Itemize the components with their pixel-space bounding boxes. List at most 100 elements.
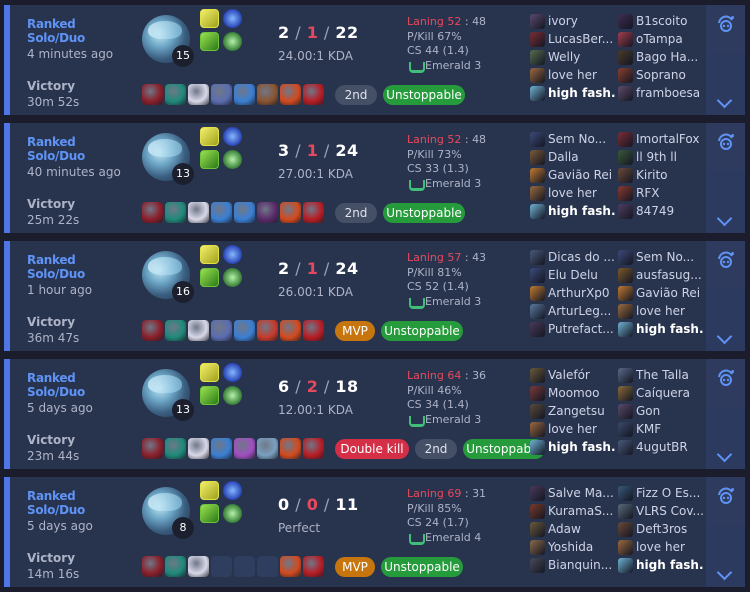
player-name[interactable]: RFX bbox=[636, 186, 659, 200]
primary-rune-icon[interactable] bbox=[223, 481, 242, 500]
player-champion-avatar[interactable] bbox=[530, 558, 545, 573]
player-champion-avatar[interactable] bbox=[618, 14, 633, 29]
player-name[interactable]: high fash... bbox=[548, 440, 615, 454]
player-champion-avatar[interactable] bbox=[618, 440, 633, 455]
player-name[interactable]: Valefór bbox=[548, 368, 590, 382]
player-name[interactable]: 4ugutBR bbox=[636, 440, 688, 454]
player-name[interactable]: Gavião Rei bbox=[636, 286, 700, 300]
player-champion-avatar[interactable] bbox=[618, 540, 633, 555]
ghost-spell-icon[interactable] bbox=[200, 150, 219, 169]
player-champion-avatar[interactable] bbox=[618, 522, 633, 537]
player-name[interactable]: KuramaS... bbox=[548, 504, 613, 518]
item-icon[interactable] bbox=[257, 202, 278, 223]
item-icon[interactable] bbox=[142, 556, 163, 577]
match-card[interactable]: Ranked Solo/Duo 5 days ago Victory 23m 44s 1… bbox=[4, 359, 745, 469]
item-icon[interactable] bbox=[142, 84, 163, 105]
player-name[interactable]: ivory bbox=[548, 14, 578, 28]
player-champion-avatar[interactable] bbox=[530, 522, 545, 537]
player-row[interactable]: Bianquin... bbox=[530, 557, 615, 575]
player-champion-avatar[interactable] bbox=[530, 440, 545, 455]
player-row[interactable]: Elu Delu bbox=[530, 267, 615, 285]
player-name[interactable]: high fash... bbox=[548, 204, 615, 218]
player-row[interactable]: Caíquera bbox=[618, 385, 703, 403]
player-name[interactable]: love her bbox=[636, 540, 685, 554]
ghost-spell-icon[interactable] bbox=[200, 504, 219, 523]
flash-spell-icon[interactable] bbox=[200, 481, 219, 500]
player-champion-avatar[interactable] bbox=[530, 322, 545, 337]
player-name[interactable]: high fash... bbox=[636, 322, 703, 336]
item-icon[interactable] bbox=[234, 202, 255, 223]
player-row[interactable]: love her bbox=[530, 421, 615, 439]
player-row[interactable]: 4ugutBR bbox=[618, 439, 703, 457]
item-icon[interactable] bbox=[234, 84, 255, 105]
player-row[interactable]: Sem No... bbox=[530, 131, 615, 149]
item-icon[interactable] bbox=[303, 320, 324, 341]
player-champion-avatar[interactable] bbox=[530, 404, 545, 419]
player-champion-avatar[interactable] bbox=[530, 14, 545, 29]
empty-item-slot[interactable] bbox=[257, 556, 278, 577]
player-name[interactable]: Elu Delu bbox=[548, 268, 598, 282]
player-champion-avatar[interactable] bbox=[530, 486, 545, 501]
player-row[interactable]: VLRS Cov... bbox=[618, 503, 703, 521]
secondary-rune-icon[interactable] bbox=[223, 386, 242, 405]
secondary-rune-icon[interactable] bbox=[223, 150, 242, 169]
player-row[interactable]: Bago Ha... bbox=[618, 49, 703, 67]
player-row[interactable]: ArthurXp0 bbox=[530, 285, 615, 303]
item-icon[interactable] bbox=[234, 320, 255, 341]
secondary-rune-icon[interactable] bbox=[223, 504, 242, 523]
player-champion-avatar[interactable] bbox=[618, 50, 633, 65]
clip-icon[interactable] bbox=[716, 15, 736, 33]
player-champion-avatar[interactable] bbox=[530, 268, 545, 283]
player-row[interactable]: love her bbox=[530, 67, 615, 85]
player-row[interactable]: Adaw bbox=[530, 521, 615, 539]
match-card[interactable]: Ranked Solo/Duo 40 minutes ago Victory 25m … bbox=[4, 123, 745, 233]
item-icon[interactable] bbox=[280, 320, 301, 341]
item-icon[interactable] bbox=[211, 320, 232, 341]
champion-portrait[interactable]: 13 bbox=[142, 369, 194, 421]
item-icon[interactable] bbox=[211, 438, 232, 459]
player-row[interactable]: high fash... bbox=[618, 321, 703, 339]
item-icon[interactable] bbox=[303, 202, 324, 223]
item-icon[interactable] bbox=[257, 438, 278, 459]
player-name[interactable]: Sem No... bbox=[636, 250, 694, 264]
player-champion-avatar[interactable] bbox=[618, 558, 633, 573]
item-icon[interactable] bbox=[303, 556, 324, 577]
item-icon[interactable] bbox=[188, 320, 209, 341]
player-champion-avatar[interactable] bbox=[530, 250, 545, 265]
primary-rune-icon[interactable] bbox=[223, 245, 242, 264]
player-name[interactable]: B1scoito bbox=[636, 14, 687, 28]
player-row[interactable]: 84749 bbox=[618, 203, 703, 221]
player-row[interactable]: ausfasug... bbox=[618, 267, 703, 285]
player-champion-avatar[interactable] bbox=[530, 50, 545, 65]
item-icon[interactable] bbox=[165, 84, 186, 105]
player-row[interactable]: ivory bbox=[530, 13, 615, 31]
player-name[interactable]: oTampa bbox=[636, 32, 683, 46]
player-row[interactable]: framboesa bbox=[618, 85, 703, 103]
player-row[interactable]: The Talla bbox=[618, 367, 703, 385]
item-icon[interactable] bbox=[280, 84, 301, 105]
player-champion-avatar[interactable] bbox=[530, 304, 545, 319]
flash-spell-icon[interactable] bbox=[200, 245, 219, 264]
item-icon[interactable] bbox=[188, 556, 209, 577]
player-champion-avatar[interactable] bbox=[618, 404, 633, 419]
player-champion-avatar[interactable] bbox=[530, 68, 545, 83]
player-name[interactable]: KMF bbox=[636, 422, 661, 436]
player-name[interactable]: love her bbox=[636, 304, 685, 318]
player-row[interactable]: ImortalFox bbox=[618, 131, 703, 149]
player-name[interactable]: Salve Ma... bbox=[548, 486, 614, 500]
player-name[interactable]: Moomoo bbox=[548, 386, 599, 400]
player-row[interactable]: Gavião Rei bbox=[618, 285, 703, 303]
player-name[interactable]: Dicas do ... bbox=[548, 250, 615, 264]
clip-icon[interactable] bbox=[716, 133, 736, 151]
player-name[interactable]: Bago Ha... bbox=[636, 50, 698, 64]
player-name[interactable]: Deft3ros bbox=[636, 522, 687, 536]
player-row[interactable]: Putrefact... bbox=[530, 321, 615, 339]
item-icon[interactable] bbox=[188, 438, 209, 459]
player-name[interactable]: framboesa bbox=[636, 86, 700, 100]
player-row[interactable]: high fash... bbox=[530, 203, 615, 221]
match-card[interactable]: Ranked Solo/Duo 5 days ago Victory 14m 16s 8… bbox=[4, 477, 745, 587]
player-row[interactable]: Gavião Rei bbox=[530, 167, 615, 185]
player-champion-avatar[interactable] bbox=[618, 286, 633, 301]
player-row[interactable]: Soprano bbox=[618, 67, 703, 85]
player-name[interactable]: ArthurXp0 bbox=[548, 286, 609, 300]
